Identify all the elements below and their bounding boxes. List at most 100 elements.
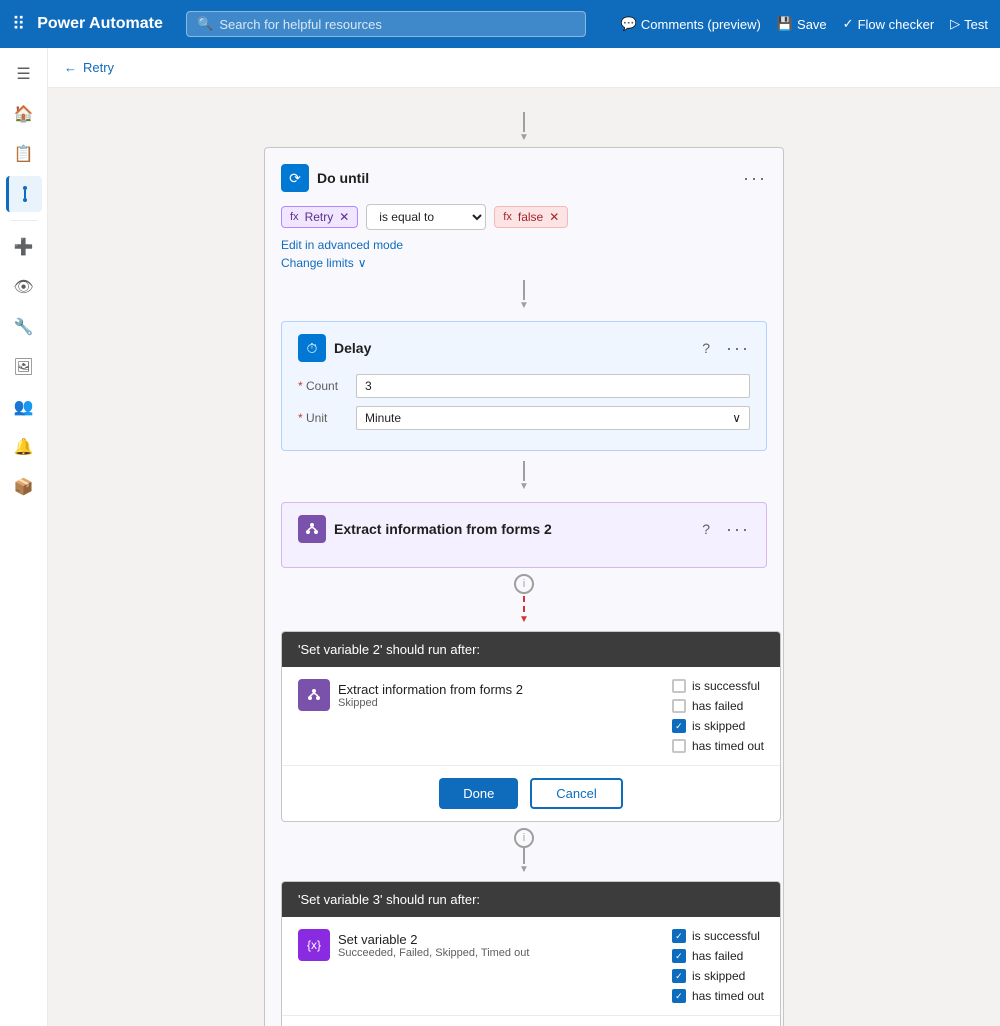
extract-card: Extract information from forms 2 ? ···: [281, 502, 767, 568]
condition-row: fx Retry ✕ is equal to fx false ✕: [281, 204, 767, 230]
checkbox-row-failed-1: has failed: [672, 699, 764, 713]
do-until-header: ⟳ Do until ···: [281, 164, 767, 192]
test-button[interactable]: ▷ Test: [950, 16, 988, 32]
run-after-1-step-details: Extract information from forms 2 Skipped: [338, 682, 523, 709]
run-after-1-step-name: Extract information from forms 2: [338, 682, 523, 697]
extract-help-icon[interactable]: ?: [702, 521, 710, 537]
delay-help-icon[interactable]: ?: [702, 340, 710, 356]
sidebar-divider: [10, 220, 38, 221]
checkbox-row-timedout-1: has timed out: [672, 739, 764, 753]
checkbox-row-skipped-1: ✓ is skipped: [672, 719, 764, 733]
run-after-2-header: 'Set variable 3' should run after:: [282, 882, 780, 917]
change-limits-button[interactable]: Change limits ∨: [281, 256, 767, 270]
checkbox-timedout-2[interactable]: ✓: [672, 989, 686, 1003]
top-nav: ⠿ Power Automate 🔍 Search for helpful re…: [0, 0, 1000, 48]
checkbox-row-successful-2: ✓ is successful: [672, 929, 764, 943]
run-after-2-step-details: Set variable 2 Succeeded, Failed, Skippe…: [338, 932, 529, 959]
search-icon: 🔍: [197, 16, 213, 32]
back-button[interactable]: ← Retry: [64, 60, 114, 75]
checkbox-failed-2[interactable]: ✓: [672, 949, 686, 963]
run-after-2-checkboxes: ✓ is successful ✓ has failed ✓ is skippe…: [672, 929, 764, 1003]
main-content: ⟳ Do until ··· fx Retry ✕ is equal to fx…: [48, 88, 1000, 1026]
sidebar-plus-icon[interactable]: ➕: [6, 229, 42, 265]
run-after-1-cancel-button[interactable]: Cancel: [530, 778, 622, 809]
left-sidebar: ☰ 🏠 📋 ➕ 👁 🔧 🖼 👥 🔔 📦: [0, 48, 48, 1026]
run-after-1-done-button[interactable]: Done: [439, 778, 518, 809]
extract-icon: [298, 515, 326, 543]
do-until-title: Do until: [317, 170, 735, 186]
save-icon: 💾: [777, 16, 793, 32]
run-after-1-checkboxes: is successful has failed ✓ is skipped: [672, 679, 764, 753]
checkbox-successful-1[interactable]: [672, 679, 686, 693]
checkbox-row-skipped-2: ✓ is skipped: [672, 969, 764, 983]
unit-select[interactable]: Minute ∨: [356, 406, 750, 430]
run-after-2-step-icon: {x}: [298, 929, 330, 961]
run-after-1-step-icon: [298, 679, 330, 711]
do-until-more-button[interactable]: ···: [743, 168, 767, 189]
sidebar-wrench-icon[interactable]: 🔧: [6, 309, 42, 345]
run-after-2-step-name: Set variable 2: [338, 932, 529, 947]
run-after-2-body: {x} Set variable 2 Succeeded, Failed, Sk…: [282, 917, 780, 1015]
change-limits-chevron: ∨: [358, 256, 367, 270]
run-after-1-block: 'Set variable 2' should run after: Extra…: [281, 631, 781, 822]
checkbox-row-successful-1: is successful: [672, 679, 764, 693]
condition-operator-select[interactable]: is equal to: [366, 204, 486, 230]
condition-tag-close[interactable]: ✕: [339, 210, 349, 224]
checkbox-timedout-1[interactable]: [672, 739, 686, 753]
top-nav-actions: 💬 Comments (preview) 💾 Save ✓ Flow check…: [621, 16, 988, 32]
unit-field-row: * Unit Minute ∨: [298, 406, 750, 430]
extract-header: Extract information from forms 2 ? ···: [298, 515, 750, 543]
top-arrow: [519, 112, 529, 143]
checkbox-skipped-2[interactable]: ✓: [672, 969, 686, 983]
run-after-1-footer: Done Cancel: [282, 765, 780, 821]
sidebar-people-icon[interactable]: 👥: [6, 389, 42, 425]
sidebar-flow-icon[interactable]: [6, 176, 42, 212]
condition-tag[interactable]: fx Retry ✕: [281, 206, 358, 228]
delay-card: ⏱ Delay ? ··· * Count 3 * Unit Minute ∨: [281, 321, 767, 451]
count-field-row: * Count 3: [298, 374, 750, 398]
search-bar[interactable]: 🔍 Search for helpful resources: [186, 11, 586, 37]
count-input[interactable]: 3: [356, 374, 750, 398]
extract-info-circle[interactable]: i: [514, 574, 534, 594]
checkbox-failed-1[interactable]: [672, 699, 686, 713]
condition-value-tag[interactable]: fx false ✕: [494, 206, 568, 228]
search-placeholder: Search for helpful resources: [219, 17, 382, 32]
waffle-icon[interactable]: ⠿: [12, 14, 25, 35]
sidebar-bell-icon[interactable]: 🔔: [6, 429, 42, 465]
test-icon: ▷: [950, 16, 960, 32]
delay-more-button[interactable]: ···: [726, 338, 750, 359]
comments-icon: 💬: [621, 16, 637, 32]
run-after-info-circle[interactable]: i: [514, 828, 534, 848]
count-label: * Count: [298, 379, 348, 393]
do-until-block: ⟳ Do until ··· fx Retry ✕ is equal to fx…: [264, 147, 784, 1026]
sidebar-eye-icon[interactable]: 👁: [6, 269, 42, 305]
extract-more-button[interactable]: ···: [726, 519, 750, 540]
checkbox-successful-2[interactable]: ✓: [672, 929, 686, 943]
delay-header: ⏱ Delay ? ···: [298, 334, 750, 362]
unit-chevron-icon: ∨: [732, 411, 741, 425]
secondary-nav: ← Retry: [48, 48, 1000, 88]
delay-icon: ⏱: [298, 334, 326, 362]
run-after-1-step-status: Skipped: [338, 697, 523, 709]
run-after-2-footer: Done Cancel: [282, 1015, 780, 1026]
sidebar-image-icon[interactable]: 🖼: [6, 349, 42, 385]
sidebar-clipboard-icon[interactable]: 📋: [6, 136, 42, 172]
back-arrow-icon: ←: [64, 60, 77, 75]
run-after-2-step-info: {x} Set variable 2 Succeeded, Failed, Sk…: [298, 929, 656, 961]
flow-checker-button[interactable]: ✓ Flow checker: [843, 16, 934, 32]
sidebar-menu-icon[interactable]: ☰: [6, 56, 42, 92]
run-after-1-header: 'Set variable 2' should run after:: [282, 632, 780, 667]
flow-checker-icon: ✓: [843, 16, 854, 32]
comments-button[interactable]: 💬 Comments (preview): [621, 16, 761, 32]
checkbox-skipped-1[interactable]: ✓: [672, 719, 686, 733]
extract-title: Extract information from forms 2: [334, 521, 694, 537]
checkbox-row-failed-2: ✓ has failed: [672, 949, 764, 963]
save-button[interactable]: 💾 Save: [777, 16, 827, 32]
sidebar-box-icon[interactable]: 📦: [6, 469, 42, 505]
sidebar-home-icon[interactable]: 🏠: [6, 96, 42, 132]
edit-advanced-link[interactable]: Edit in advanced mode: [281, 238, 767, 252]
run-after-1-step-info: Extract information from forms 2 Skipped: [298, 679, 656, 711]
unit-label: * Unit: [298, 411, 348, 425]
condition-value-close[interactable]: ✕: [549, 210, 559, 224]
flow-canvas: ⟳ Do until ··· fx Retry ✕ is equal to fx…: [68, 108, 980, 1026]
